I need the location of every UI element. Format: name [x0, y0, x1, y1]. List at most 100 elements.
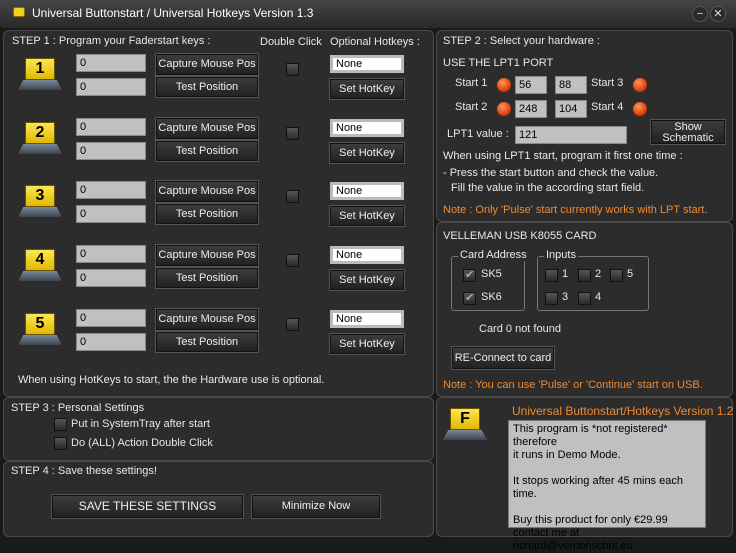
input-2-checkbox[interactable] — [578, 269, 591, 282]
start3-label: Start 3 — [591, 77, 624, 89]
systemtray-label: Put in SystemTray after start — [71, 418, 210, 430]
hotkey-field[interactable]: None — [330, 119, 404, 137]
pos-y-field[interactable]: 0 — [76, 78, 146, 96]
sk6-checkbox[interactable] — [463, 291, 476, 305]
app-icon — [13, 7, 25, 17]
demo-line-3: It stops working after 45 mins each time… — [513, 475, 683, 500]
pos-y-field[interactable]: 0 — [76, 142, 146, 160]
double-click-checkbox[interactable] — [286, 63, 299, 76]
lpt-value-field[interactable]: 121 — [515, 126, 627, 144]
set-hotkey-button[interactable]: Set HotKey — [329, 205, 405, 227]
start4-value[interactable]: 104 — [555, 100, 587, 118]
pos-x-field[interactable]: 0 — [76, 309, 146, 327]
test-position-button[interactable]: Test Position — [155, 140, 259, 162]
capture-mouse-pos-button[interactable]: Capture Mouse Pos — [155, 308, 259, 331]
hotkey-field[interactable]: None — [330, 182, 404, 200]
start1-led-icon — [497, 78, 511, 92]
input-4-label: 4 — [595, 291, 602, 303]
double-click-checkbox[interactable] — [286, 318, 299, 331]
hotkeys-note: When using HotKeys to start, the the Har… — [18, 374, 325, 386]
fader-key-number: 1 — [25, 58, 55, 80]
pos-x-field[interactable]: 0 — [76, 245, 146, 263]
test-position-button[interactable]: Test Position — [155, 331, 259, 353]
step1-panel: STEP 1 : Program your Faderstart keys : … — [3, 30, 434, 397]
set-hotkey-button[interactable]: Set HotKey — [329, 142, 405, 164]
hotkey-field[interactable]: None — [330, 310, 404, 328]
close-button[interactable]: ✕ — [710, 6, 726, 22]
step4-heading: STEP 4 : Save these settings! — [11, 465, 157, 477]
inputs-group: Inputs 1 2 5 3 4 — [537, 249, 649, 311]
hotkey-field[interactable]: None — [330, 246, 404, 264]
start1-label: Start 1 — [455, 77, 488, 89]
test-position-button[interactable]: Test Position — [155, 267, 259, 289]
step4-panel: STEP 4 : Save these settings! SAVE THESE… — [3, 461, 434, 537]
start3-led-icon — [633, 78, 647, 92]
demo-line-5: contact me at richard@verdonschot.eu — [513, 527, 634, 552]
start2-value[interactable]: 248 — [515, 100, 547, 118]
test-position-button[interactable]: Test Position — [155, 203, 259, 225]
capture-mouse-pos-button[interactable]: Capture Mouse Pos — [155, 244, 259, 267]
start1-value[interactable]: 56 — [515, 76, 547, 94]
pos-y-field[interactable]: 0 — [76, 205, 146, 223]
fader-key-number: 4 — [25, 249, 55, 271]
test-position-button[interactable]: Test Position — [155, 76, 259, 98]
hotkey-field[interactable]: None — [330, 55, 404, 73]
sk6-label: SK6 — [481, 291, 502, 303]
card-address-group: Card Address SK5 SK6 — [451, 249, 529, 311]
start2-led-icon — [497, 102, 511, 116]
set-hotkey-button[interactable]: Set HotKey — [329, 269, 405, 291]
fader-key-icon: 5 — [18, 311, 62, 349]
capture-mouse-pos-button[interactable]: Capture Mouse Pos — [155, 180, 259, 203]
fader-key-number: 5 — [25, 313, 55, 335]
start3-value[interactable]: 88 — [555, 76, 587, 94]
input-2-label: 2 — [595, 268, 602, 280]
double-click-checkbox[interactable] — [286, 127, 299, 140]
demo-message: This program is *not registered* therefo… — [508, 420, 706, 552]
pos-x-field[interactable]: 0 — [76, 54, 146, 72]
double-click-all-checkbox[interactable] — [54, 437, 67, 450]
double-click-checkbox[interactable] — [286, 254, 299, 267]
demo-line-1: This program is *not registered* therefo… — [513, 423, 668, 448]
input-1-checkbox[interactable] — [545, 269, 558, 282]
input-1-label: 1 — [562, 268, 569, 280]
set-hotkey-button[interactable]: Set HotKey — [329, 333, 405, 355]
set-hotkey-button[interactable]: Set HotKey — [329, 78, 405, 100]
lpt-heading: USE THE LPT1 PORT — [443, 57, 554, 69]
save-settings-button[interactable]: SAVE THESE SETTINGS — [51, 494, 244, 519]
pos-y-field[interactable]: 0 — [76, 333, 146, 351]
usb-heading: VELLEMAN USB K8055 CARD — [443, 230, 597, 242]
input-5-label: 5 — [627, 268, 634, 280]
card-address-label: Card Address — [458, 249, 529, 261]
minimize-now-button[interactable]: Minimize Now — [251, 494, 381, 519]
start4-label: Start 4 — [591, 101, 624, 113]
fader-key-number: 2 — [25, 122, 55, 144]
double-click-checkbox[interactable] — [286, 190, 299, 203]
lpt-instruction-3: Fill the value in the according start fi… — [451, 182, 645, 194]
input-3-label: 3 — [562, 291, 569, 303]
pos-x-field[interactable]: 0 — [76, 118, 146, 136]
usb-note: Note : You can use 'Pulse' or 'Continue'… — [443, 379, 703, 391]
f-key-cap: F — [450, 408, 480, 430]
double-click-header: Double Click — [260, 36, 322, 48]
fader-key-icon: 2 — [18, 120, 62, 158]
step1-heading: STEP 1 : Program your Faderstart keys : — [12, 35, 211, 47]
input-5-checkbox[interactable] — [610, 269, 623, 282]
start4-led-icon — [633, 102, 647, 116]
capture-mouse-pos-button[interactable]: Capture Mouse Pos — [155, 53, 259, 76]
sk5-checkbox[interactable] — [463, 268, 476, 282]
show-schematic-button[interactable]: Show Schematic — [650, 119, 726, 145]
input-4-checkbox[interactable] — [578, 292, 591, 305]
reconnect-button[interactable]: RE-Connect to card — [451, 346, 555, 370]
input-3-checkbox[interactable] — [545, 292, 558, 305]
inputs-label: Inputs — [544, 249, 578, 261]
pos-x-field[interactable]: 0 — [76, 181, 146, 199]
minimize-button[interactable]: − — [692, 6, 708, 22]
fader-key-icon: 1 — [18, 56, 62, 94]
pos-y-field[interactable]: 0 — [76, 269, 146, 287]
capture-mouse-pos-button[interactable]: Capture Mouse Pos — [155, 117, 259, 140]
title-bar: Universal Buttonstart / Universal Hotkey… — [0, 0, 736, 28]
step2-heading: STEP 2 : Select your hardware : — [443, 35, 600, 47]
lpt-instruction-1: When using LPT1 start, program it first … — [443, 150, 683, 162]
start2-label: Start 2 — [455, 101, 488, 113]
systemtray-checkbox[interactable] — [54, 418, 67, 431]
